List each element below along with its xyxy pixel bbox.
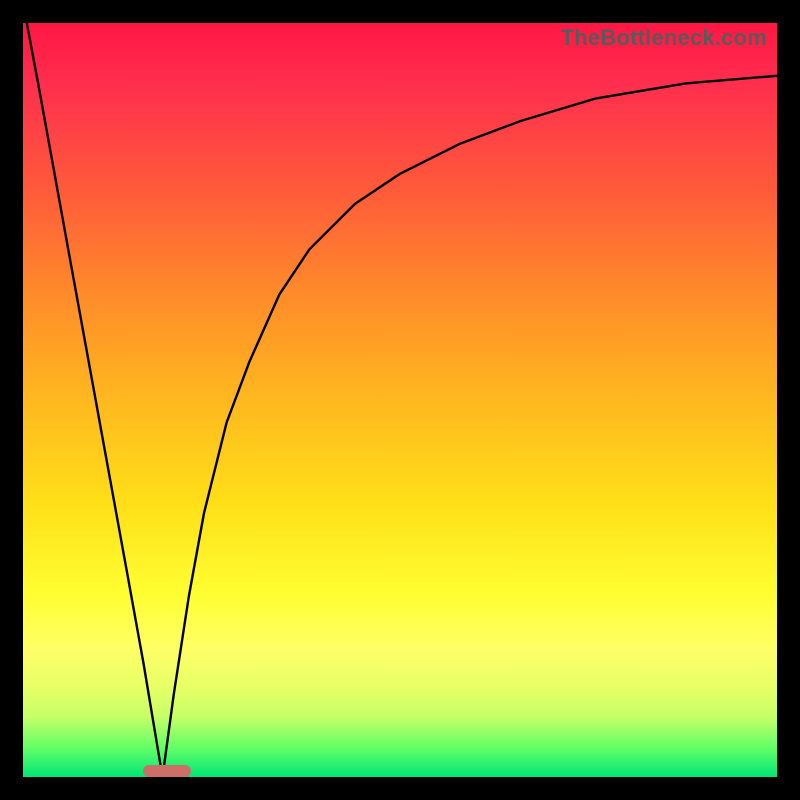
bottleneck-marker [143,765,191,777]
curve-layer [23,23,777,777]
chart-frame: TheBottleneck.com [0,0,800,800]
right-curve-series [163,76,778,777]
plot-area: TheBottleneck.com [23,23,777,777]
left-line-series [27,23,163,777]
